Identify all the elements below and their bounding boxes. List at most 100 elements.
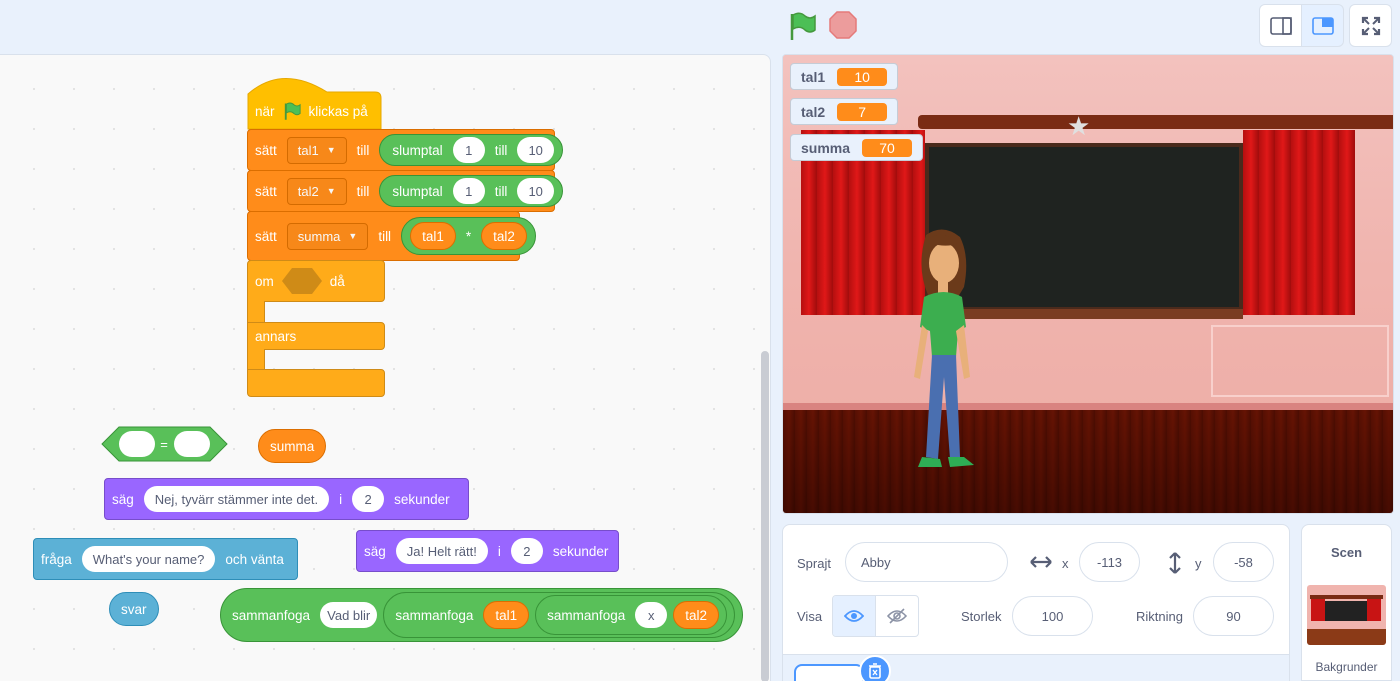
say-text-field[interactable]: Nej, tyvärr stämmer inte det. — [143, 486, 330, 512]
set-tal2-block[interactable]: sätt tal2 ▼ till slumptal 1 till 10 — [247, 170, 563, 212]
answer-reporter[interactable]: svar — [109, 592, 159, 626]
sprite-label: Sprajt — [797, 556, 831, 571]
if-else-block[interactable]: om då — [247, 260, 385, 302]
else-label: annars — [255, 328, 297, 344]
equals-sign: = — [160, 437, 168, 452]
stage-floor — [783, 410, 1393, 513]
fullscreen-button[interactable] — [1349, 4, 1392, 47]
green-flag-icon — [284, 102, 301, 120]
random-to-field[interactable]: 10 — [517, 178, 554, 204]
abby-sprite[interactable] — [898, 227, 988, 487]
monitor-value: 7 — [837, 102, 888, 121]
y-position-input[interactable]: -58 — [1213, 542, 1274, 582]
join-reporter[interactable]: sammanfoga Vad blir sammanfoga tal1 samm… — [220, 588, 743, 642]
ask-label: fråga — [41, 551, 72, 567]
y-label: y — [1195, 556, 1202, 571]
say-label: säg — [364, 543, 386, 559]
seconds-field[interactable]: 2 — [510, 538, 543, 564]
join-reporter-innermost[interactable]: sammanfoga x tal2 — [535, 595, 727, 635]
x-position-input[interactable]: -113 — [1079, 542, 1140, 582]
multiply-reporter[interactable]: tal1 * tal2 — [401, 217, 536, 255]
join-reporter-inner[interactable]: sammanfoga tal1 sammanfoga x tal2 — [383, 592, 735, 638]
if-else-bottom — [247, 369, 385, 397]
random-from-field[interactable]: 1 — [452, 178, 485, 204]
variable-dropdown[interactable]: tal1 ▼ — [286, 136, 347, 164]
large-stage-icon — [1311, 16, 1334, 35]
seconds-field[interactable]: 2 — [352, 486, 385, 512]
ask-text-field[interactable]: What's your name? — [81, 546, 216, 572]
thumb-curtain-right — [1367, 599, 1381, 621]
say-text-field[interactable]: Ja! Helt rätt! — [395, 538, 488, 564]
set-label: sätt — [255, 183, 277, 199]
join-label: sammanfoga — [232, 607, 311, 623]
empty-condition-slot[interactable] — [281, 267, 323, 295]
eye-slash-icon — [887, 608, 907, 624]
x-position-icon — [1030, 556, 1052, 568]
join-text-field[interactable]: Vad blir — [320, 602, 378, 628]
sprite-thumbnail-abby[interactable] — [794, 664, 864, 681]
tal1-reporter[interactable]: tal1 — [483, 601, 530, 629]
summa-reporter[interactable]: summa — [258, 429, 327, 463]
delete-sprite-button[interactable] — [859, 655, 891, 681]
random-to-field[interactable]: 10 — [517, 137, 554, 163]
join-label: sammanfoga — [547, 607, 626, 623]
x-label: x — [1062, 556, 1069, 571]
code-area[interactable]: när klickas på sätt tal1 ▼ till slumptal … — [0, 54, 771, 681]
seconds-label: sekunder — [394, 491, 450, 507]
tal2-reporter[interactable]: tal2 — [673, 601, 719, 629]
stop-icon[interactable] — [828, 10, 858, 40]
backdrop-thumbnail[interactable] — [1307, 585, 1386, 645]
star-icon: ★ — [1067, 111, 1091, 141]
to-label: till — [494, 183, 508, 199]
thumb-curtain-left — [1311, 599, 1325, 621]
tal2-reporter[interactable]: tal2 — [481, 222, 527, 250]
large-stage-mode-button[interactable] — [1301, 4, 1344, 47]
equals-block[interactable]: = — [101, 426, 228, 462]
join-text-field[interactable]: x — [635, 602, 668, 628]
variable-name: tal1 — [297, 142, 319, 158]
wall-panel — [1211, 325, 1389, 397]
variable-monitor-tal2[interactable]: tal2 7 — [790, 98, 899, 125]
monitor-name: summa — [801, 139, 851, 156]
ask-and-wait-block[interactable]: fråga What's your name? och vänta — [33, 538, 298, 580]
code-area-scrollbar[interactable] — [761, 351, 769, 681]
variable-monitor-summa[interactable]: summa 70 — [790, 134, 924, 161]
set-label: sätt — [255, 228, 277, 244]
size-input[interactable]: 100 — [1012, 596, 1093, 636]
say-for-secs-block[interactable]: säg Ja! Helt rätt! i 2 sekunder — [356, 530, 619, 572]
show-label: Visa — [797, 609, 823, 624]
when-label: när — [255, 103, 275, 119]
variable-dropdown[interactable]: summa ▼ — [286, 222, 369, 250]
chevron-down-icon: ▼ — [326, 186, 336, 196]
seconds-label: sekunder — [552, 543, 609, 559]
stage[interactable]: ★ tal1 10 tal2 7 summa 70 — [782, 54, 1394, 514]
hide-sprite-button[interactable] — [876, 596, 918, 636]
thumb-board — [1325, 601, 1367, 621]
top-bar — [0, 0, 1400, 54]
random-reporter[interactable]: slumptal 1 till 10 — [379, 175, 563, 207]
direction-input[interactable]: 90 — [1193, 596, 1274, 636]
show-sprite-button[interactable] — [833, 596, 876, 636]
to-label: till — [356, 142, 370, 158]
in-label: i — [497, 543, 501, 559]
trash-icon — [869, 663, 881, 679]
fullscreen-icon — [1361, 16, 1380, 35]
if-label: om — [255, 273, 274, 289]
random-reporter[interactable]: slumptal 1 till 10 — [379, 134, 563, 166]
green-flag-icon[interactable] — [786, 10, 818, 42]
say-for-secs-block[interactable]: säg Nej, tyvärr stämmer inte det. i 2 se… — [104, 478, 469, 520]
monitor-name: tal2 — [801, 103, 826, 120]
sprite-name-input[interactable]: Abby — [845, 542, 1008, 582]
in-label: i — [339, 491, 343, 507]
when-flag-clicked-block[interactable]: när klickas på — [248, 93, 375, 129]
chevron-down-icon: ▼ — [348, 231, 358, 241]
direction-label: Riktning — [1136, 609, 1183, 624]
variable-monitor-tal1[interactable]: tal1 10 — [790, 63, 899, 90]
set-summa-block[interactable]: sätt summa ▼ till tal1 * tal2 — [247, 211, 536, 261]
variable-dropdown[interactable]: tal2 ▼ — [286, 177, 347, 205]
small-stage-mode-button[interactable] — [1259, 4, 1302, 47]
curtain-rail — [918, 115, 1393, 129]
set-tal1-block[interactable]: sätt tal1 ▼ till slumptal 1 till 10 — [247, 129, 563, 171]
tal1-reporter[interactable]: tal1 — [410, 222, 456, 250]
random-from-field[interactable]: 1 — [452, 137, 485, 163]
